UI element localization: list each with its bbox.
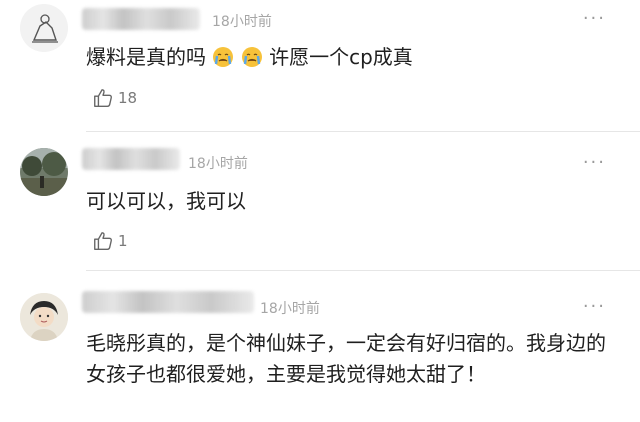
username-blurred[interactable] <box>82 8 200 30</box>
comment-item: 18小时前 ··· 爆料是真的吗 许愿一个cp成真 18 <box>0 0 640 132</box>
like-button[interactable]: 18 <box>92 86 137 110</box>
like-button[interactable]: 1 <box>92 229 128 253</box>
more-options-icon[interactable]: ··· <box>583 152 606 173</box>
more-options-icon[interactable]: ··· <box>583 296 606 317</box>
more-options-icon[interactable]: ··· <box>583 8 606 29</box>
like-count: 1 <box>118 232 128 250</box>
sketch-avatar-icon <box>20 4 68 52</box>
comment-text: 可以可以，我可以 <box>86 189 246 213</box>
comment-time: 18小时前 <box>212 14 272 30</box>
avatar[interactable] <box>20 4 68 52</box>
thumbs-up-icon <box>94 89 112 107</box>
cartoon-person-avatar-icon <box>20 293 68 341</box>
comment-item: 18小时前 ··· 可以可以，我可以 1 <box>0 132 640 270</box>
avatar[interactable] <box>20 293 68 341</box>
comment-time: 18小时前 <box>260 301 320 317</box>
comment-text-part: 爆料是真的吗 <box>86 45 206 69</box>
crying-emoji-icon <box>241 47 262 67</box>
like-count: 18 <box>118 89 138 107</box>
username-blurred[interactable] <box>82 291 254 313</box>
avatar[interactable] <box>20 148 68 196</box>
comment-text: 爆料是真的吗 许愿一个cp成真 <box>86 42 413 73</box>
comment-text: 毛晓彤真的，是个神仙妹子，一定会有好归宿的。我身边的女孩子也都很爱她，主要是我觉… <box>86 331 606 386</box>
comment-time: 18小时前 <box>188 156 248 172</box>
username-blurred[interactable] <box>82 148 180 170</box>
crying-emoji-icon <box>213 47 234 67</box>
comment-text-part: 许愿一个cp成真 <box>269 45 413 69</box>
thumbs-up-icon <box>94 232 112 250</box>
landscape-photo-avatar-icon <box>20 148 68 196</box>
comment-item: 18小时前 ··· 毛晓彤真的，是个神仙妹子，一定会有好归宿的。我身边的女孩子也… <box>0 271 640 422</box>
